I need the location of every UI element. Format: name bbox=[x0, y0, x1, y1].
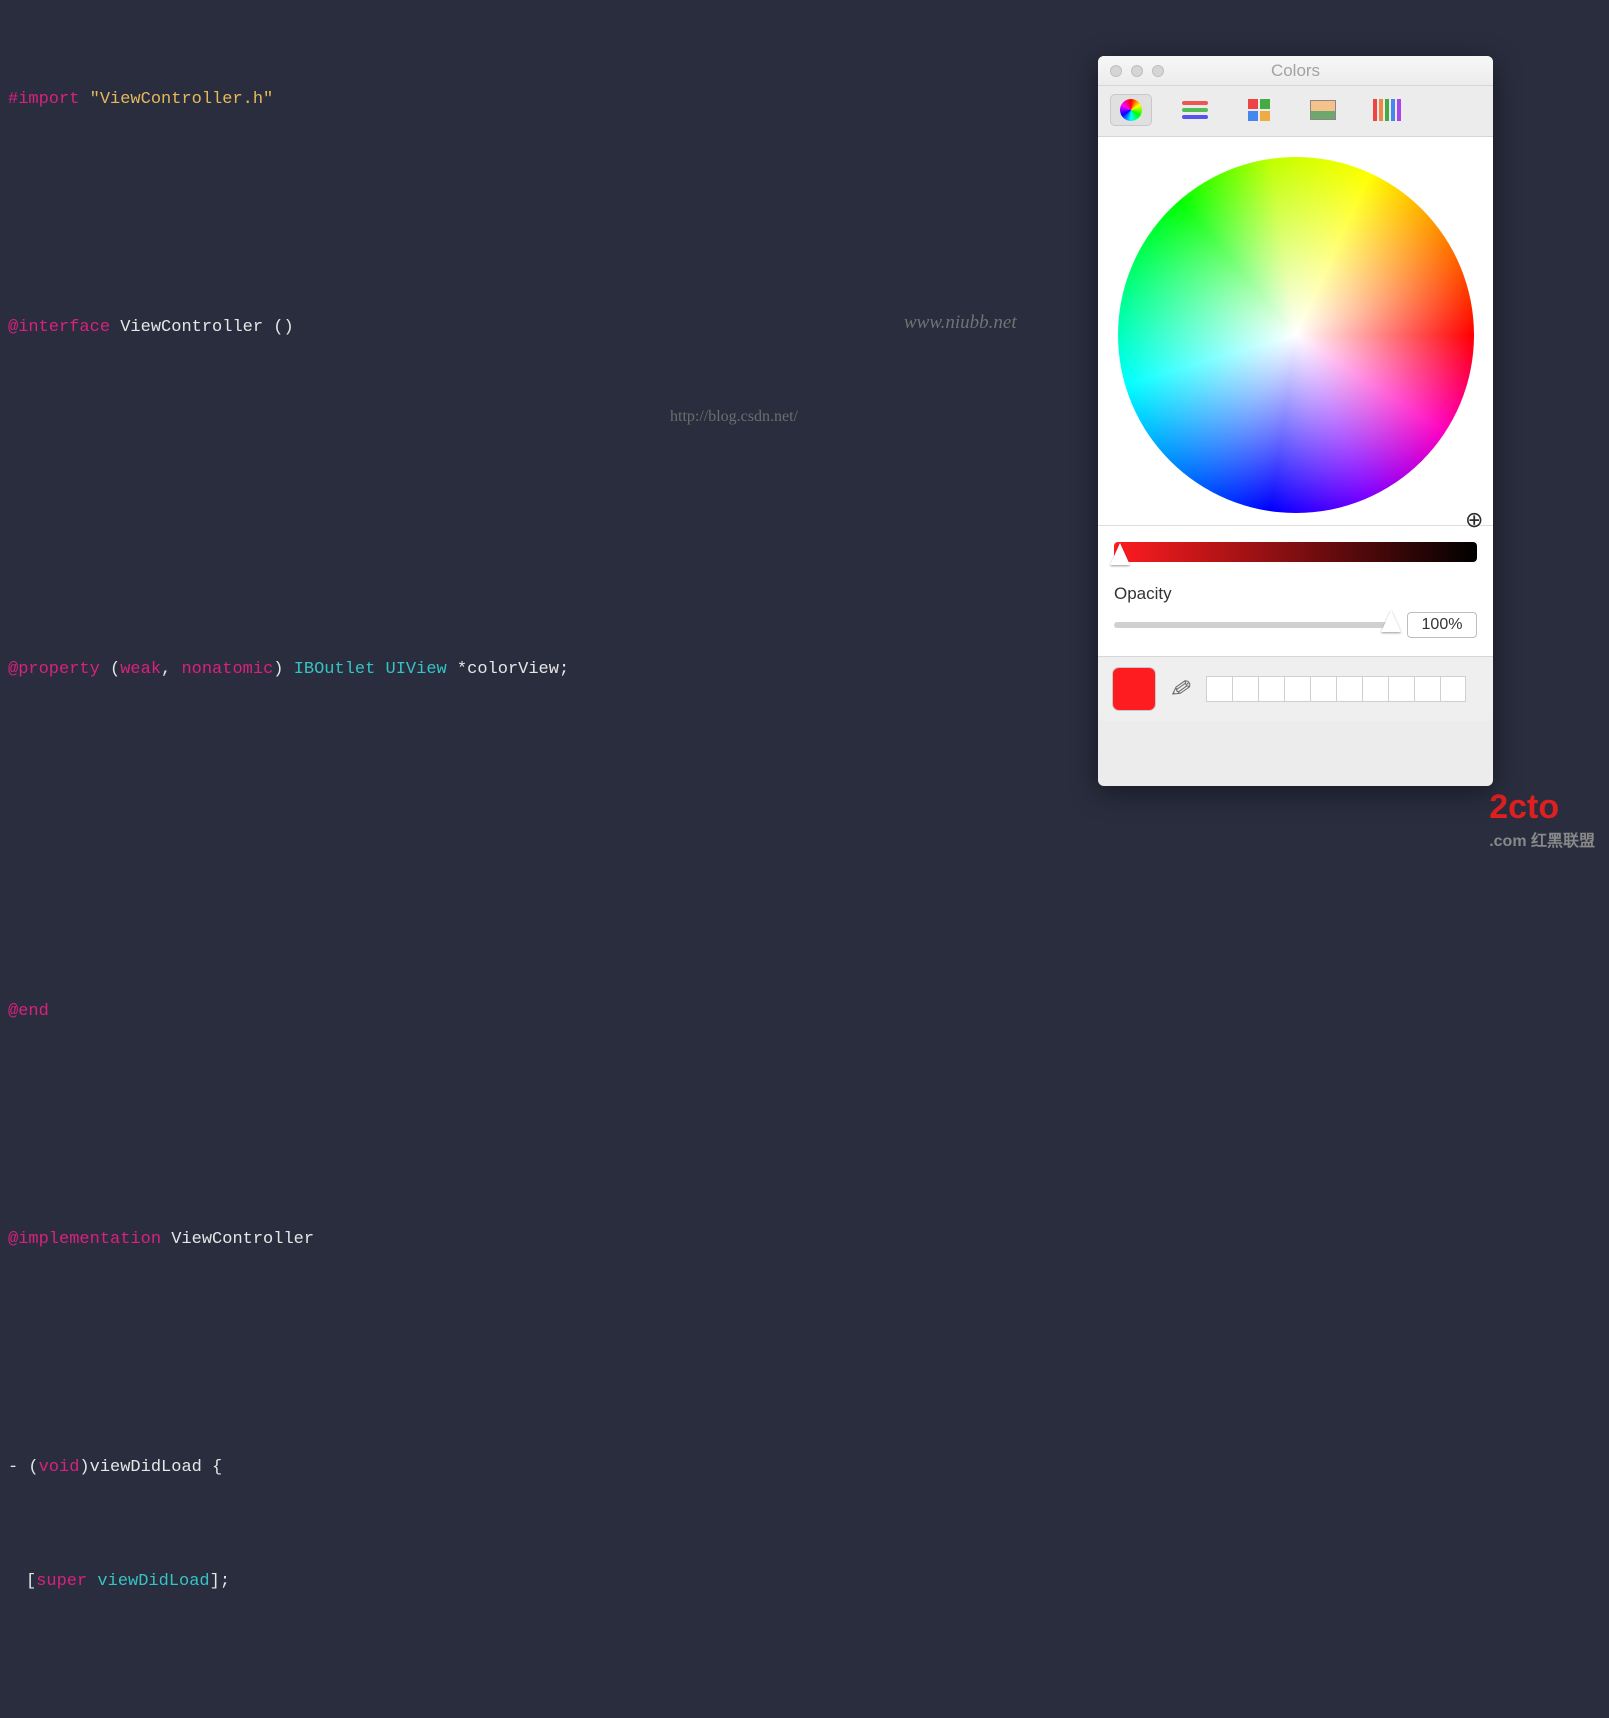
current-color-swatch[interactable] bbox=[1112, 667, 1156, 711]
method-name: )viewDidLoad { bbox=[79, 1458, 222, 1477]
code-editor[interactable]: #import "ViewController.h" @interface Vi… bbox=[8, 5, 1024, 1718]
color-wheel-icon bbox=[1120, 99, 1142, 121]
class-name: ViewController bbox=[120, 318, 263, 337]
interface-keyword: @interface bbox=[8, 318, 110, 337]
end-directive: @end bbox=[8, 1002, 49, 1021]
sliders-icon bbox=[1182, 101, 1208, 119]
brightness-slider[interactable] bbox=[1114, 542, 1477, 562]
crosshair-icon: ⊕ bbox=[1465, 507, 1485, 527]
color-mode-toolbar bbox=[1098, 86, 1493, 137]
swatch-cell[interactable] bbox=[1440, 676, 1466, 702]
tab-color-wheel[interactable] bbox=[1110, 94, 1152, 126]
swatch-cell[interactable] bbox=[1310, 676, 1336, 702]
swatch-bar: ✎ bbox=[1098, 657, 1493, 721]
opacity-label: Opacity bbox=[1114, 584, 1477, 604]
property-name: *colorView; bbox=[447, 660, 569, 679]
color-wheel-area: ⊕ bbox=[1098, 137, 1493, 526]
tab-color-palettes[interactable] bbox=[1238, 94, 1280, 126]
iboutlet-keyword: IBOutlet bbox=[294, 660, 376, 679]
implementation-keyword: @implementation bbox=[8, 1230, 161, 1249]
swatch-cell[interactable] bbox=[1284, 676, 1310, 702]
colors-panel[interactable]: Colors ⊕ Opacity 100% ✎ bbox=[1098, 56, 1493, 786]
tab-pencils[interactable] bbox=[1366, 94, 1408, 126]
opacity-area: Opacity 100% bbox=[1098, 572, 1493, 657]
swatch-cell[interactable] bbox=[1206, 676, 1232, 702]
import-keyword: #import bbox=[8, 90, 79, 109]
color-wheel[interactable] bbox=[1118, 157, 1474, 513]
import-path bbox=[79, 90, 89, 109]
opacity-input[interactable]: 100% bbox=[1407, 612, 1477, 638]
swatch-cell[interactable] bbox=[1336, 676, 1362, 702]
opacity-handle[interactable] bbox=[1381, 610, 1401, 632]
image-icon bbox=[1310, 100, 1336, 120]
saved-swatches bbox=[1206, 676, 1466, 702]
tab-image-palettes[interactable] bbox=[1302, 94, 1344, 126]
eyedropper-icon[interactable]: ✎ bbox=[1167, 672, 1194, 706]
tab-color-sliders[interactable] bbox=[1174, 94, 1216, 126]
swatch-cell[interactable] bbox=[1388, 676, 1414, 702]
pencils-icon bbox=[1373, 99, 1401, 121]
brightness-slider-area bbox=[1098, 526, 1493, 572]
swatch-cell[interactable] bbox=[1362, 676, 1388, 702]
watermark-2cto: 2cto .com 红黑联盟 bbox=[1489, 788, 1595, 851]
property-keyword: @property bbox=[8, 660, 100, 679]
panel-titlebar[interactable]: Colors bbox=[1098, 56, 1493, 86]
brightness-handle[interactable] bbox=[1110, 543, 1130, 565]
swatch-cell[interactable] bbox=[1258, 676, 1284, 702]
watermark-csdn: http://blog.csdn.net/ bbox=[670, 408, 798, 426]
panel-title: Colors bbox=[1098, 61, 1493, 81]
palette-icon bbox=[1248, 99, 1270, 121]
super-keyword: super bbox=[36, 1572, 87, 1591]
swatch-cell[interactable] bbox=[1232, 676, 1258, 702]
void-keyword: void bbox=[39, 1458, 80, 1477]
opacity-slider[interactable] bbox=[1114, 622, 1397, 628]
swatch-cell[interactable] bbox=[1414, 676, 1440, 702]
watermark-niubb: www.niubb.net bbox=[904, 312, 1017, 334]
